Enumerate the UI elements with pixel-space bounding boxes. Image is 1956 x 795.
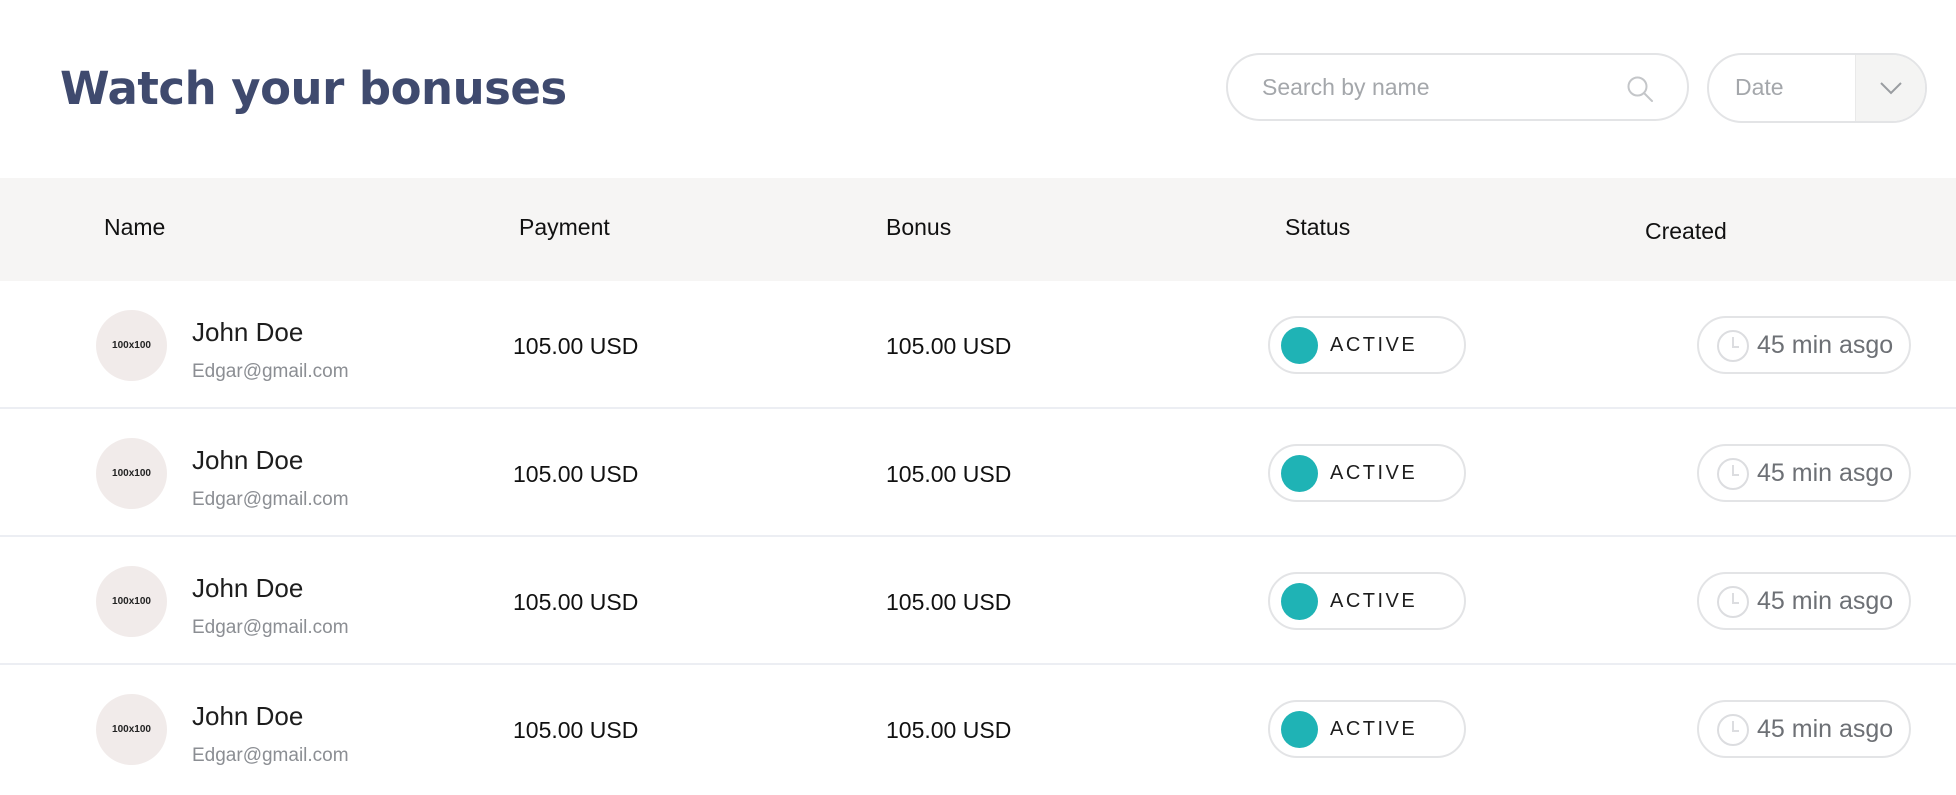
- table-row[interactable]: 100x100 John Doe Edgar@gmail.com 105.00 …: [0, 409, 1956, 537]
- bonus-amount: 105.00 USD: [886, 461, 1012, 487]
- table-row[interactable]: 100x100 John Doe Edgar@gmail.com 105.00 …: [0, 537, 1956, 665]
- column-header-status[interactable]: Status: [1285, 214, 1350, 241]
- created-badge: 45 min asgo: [1697, 700, 1911, 758]
- column-header-bonus[interactable]: Bonus: [886, 214, 951, 241]
- created-time: 45 min asgo: [1757, 459, 1894, 487]
- chevron-down-icon: [1880, 82, 1902, 95]
- column-header-name[interactable]: Name: [104, 214, 165, 241]
- clock-icon: [1717, 714, 1749, 746]
- user-email: Edgar@gmail.com: [192, 489, 349, 510]
- table-row[interactable]: 100x100 John Doe Edgar@gmail.com 105.00 …: [0, 281, 1956, 409]
- user-name: John Doe: [192, 317, 304, 347]
- user-email: Edgar@gmail.com: [192, 617, 349, 638]
- user-email: Edgar@gmail.com: [192, 745, 349, 766]
- payment-amount: 105.00 USD: [513, 333, 639, 359]
- table-header: Name Payment Bonus Status Created: [0, 178, 1956, 281]
- created-time: 45 min asgo: [1757, 587, 1894, 615]
- bonus-amount: 105.00 USD: [886, 333, 1012, 359]
- date-filter-toggle[interactable]: [1855, 55, 1925, 121]
- created-badge: 45 min asgo: [1697, 444, 1911, 502]
- clock-icon: [1717, 586, 1749, 618]
- user-name: John Doe: [192, 573, 304, 603]
- payment-amount: 105.00 USD: [513, 717, 639, 743]
- status-badge[interactable]: ACTIVE: [1268, 444, 1466, 502]
- status-dot-icon: [1281, 455, 1318, 492]
- status-dot-icon: [1281, 583, 1318, 620]
- avatar: 100x100: [96, 310, 167, 381]
- search-box[interactable]: [1226, 53, 1689, 121]
- status-dot-icon: [1281, 327, 1318, 364]
- user-name: John Doe: [192, 445, 304, 475]
- bonus-amount: 105.00 USD: [886, 717, 1012, 743]
- payment-amount: 105.00 USD: [513, 461, 639, 487]
- status-label: ACTIVE: [1330, 334, 1418, 356]
- user-name: John Doe: [192, 701, 304, 731]
- status-label: ACTIVE: [1330, 462, 1418, 484]
- status-label: ACTIVE: [1330, 718, 1418, 740]
- table-row[interactable]: 100x100 John Doe Edgar@gmail.com 105.00 …: [0, 665, 1956, 793]
- search-icon[interactable]: [1625, 74, 1655, 104]
- date-filter-value: Date: [1735, 74, 1784, 100]
- column-header-payment[interactable]: Payment: [519, 214, 610, 241]
- date-filter-select[interactable]: Date: [1707, 53, 1927, 123]
- created-time: 45 min asgo: [1757, 715, 1894, 743]
- clock-icon: [1717, 330, 1749, 362]
- created-badge: 45 min asgo: [1697, 572, 1911, 630]
- avatar: 100x100: [96, 694, 167, 765]
- created-badge: 45 min asgo: [1697, 316, 1911, 374]
- user-email: Edgar@gmail.com: [192, 361, 349, 382]
- status-dot-icon: [1281, 711, 1318, 748]
- clock-icon: [1717, 458, 1749, 490]
- avatar: 100x100: [96, 438, 167, 509]
- status-badge[interactable]: ACTIVE: [1268, 572, 1466, 630]
- status-label: ACTIVE: [1330, 590, 1418, 612]
- avatar: 100x100: [96, 566, 167, 637]
- search-input[interactable]: [1262, 67, 1602, 107]
- status-badge[interactable]: ACTIVE: [1268, 700, 1466, 758]
- column-header-created[interactable]: Created: [1645, 218, 1727, 245]
- page-title: Watch your bonuses: [60, 62, 567, 115]
- created-time: 45 min asgo: [1757, 331, 1894, 359]
- status-badge[interactable]: ACTIVE: [1268, 316, 1466, 374]
- bonus-amount: 105.00 USD: [886, 589, 1012, 615]
- payment-amount: 105.00 USD: [513, 589, 639, 615]
